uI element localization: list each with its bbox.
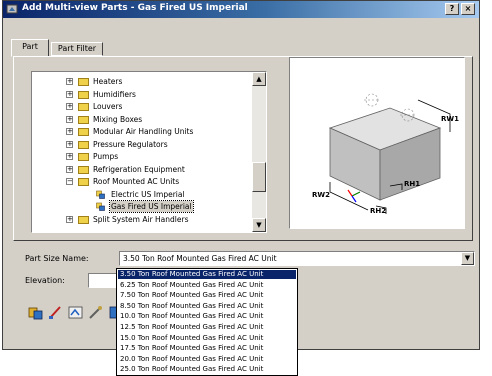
tree-item[interactable]: Roof Mounted AC Units xyxy=(92,176,180,187)
connector-icon[interactable] xyxy=(87,304,104,321)
dropdown-option[interactable]: 7.50 Ton Roof Mounted Gas Fired AC Unit xyxy=(118,291,296,300)
dropdown-option[interactable]: 17.5 Ton Roof Mounted Gas Fired AC Unit xyxy=(118,344,296,353)
part-size-label: Part Size Name: xyxy=(25,254,89,263)
part-catalog-icon[interactable] xyxy=(27,304,44,321)
dim-label-rh2: RH2 xyxy=(370,207,386,215)
folder-icon xyxy=(78,78,89,86)
dim-label-rw2: RW2 xyxy=(312,191,330,199)
tree-expander[interactable]: + xyxy=(66,140,73,148)
tree-scrollbar[interactable]: ▲ ▼ xyxy=(252,72,266,232)
draw-icon[interactable] xyxy=(47,304,64,321)
folder-icon xyxy=(78,165,89,174)
tree-expander[interactable]: + xyxy=(66,103,73,110)
folder-icon xyxy=(78,103,89,111)
part-size-dropdown-list[interactable]: 3.50 Ton Roof Mounted Gas Fired AC Unit 6… xyxy=(116,268,298,376)
tree-item[interactable]: Mixing Boxes xyxy=(92,114,143,125)
scroll-up-button[interactable]: ▲ xyxy=(252,72,266,86)
help-button[interactable]: ? xyxy=(445,3,459,15)
tree-item[interactable]: Refrigeration Equipment xyxy=(92,164,186,175)
dropdown-option[interactable]: 10.0 Ton Roof Mounted Gas Fired AC Unit xyxy=(118,312,296,321)
app-icon xyxy=(6,4,18,14)
folder-icon xyxy=(78,153,89,161)
preview-drawing: RW1 RW2 RH1 RH2 xyxy=(312,93,459,215)
title-bar[interactable]: Add Multi-view Parts - Gas Fired US Impe… xyxy=(3,1,479,18)
tree-expander[interactable]: + xyxy=(66,78,73,85)
dropdown-option[interactable]: 15.0 Ton Roof Mounted Gas Fired AC Unit xyxy=(118,334,296,343)
tab-part-filter[interactable]: Part Filter xyxy=(51,42,103,56)
scroll-down-button[interactable]: ▼ xyxy=(252,218,266,232)
dropdown-option[interactable]: 6.25 Ton Roof Mounted Gas Fired AC Unit xyxy=(118,281,296,290)
close-button[interactable]: × xyxy=(461,3,475,15)
dropdown-option[interactable]: 8.50 Ton Roof Mounted Gas Fired AC Unit xyxy=(118,302,296,311)
tab-part[interactable]: Part xyxy=(11,39,49,57)
tree-item[interactable]: Louvers xyxy=(92,101,123,112)
folder-icon xyxy=(78,115,89,124)
chevron-down-icon[interactable]: ▼ xyxy=(461,252,474,265)
dropdown-option[interactable]: 20.0 Ton Roof Mounted Gas Fired AC Unit xyxy=(118,355,296,364)
dim-label-rw1: RW1 xyxy=(441,115,459,123)
dim-label-rh1: RH1 xyxy=(404,180,420,188)
part-preview: RW1 RW2 RH1 RH2 xyxy=(289,57,465,229)
tree-item[interactable]: Modular Air Handling Units xyxy=(92,126,194,137)
part-icon xyxy=(96,190,105,199)
part-icon xyxy=(96,202,105,211)
tree-item[interactable]: Split System Air Handlers xyxy=(92,214,190,225)
dropdown-option[interactable]: 3.50 Ton Roof Mounted Gas Fired AC Unit xyxy=(118,270,296,279)
part-tree[interactable]: ▲ ▼ + Heaters + Humidifiers + Louvers + Mixing … xyxy=(31,71,267,233)
tree-expander[interactable]: + xyxy=(66,153,73,160)
elevation-input[interactable] xyxy=(88,273,118,288)
match-icon[interactable] xyxy=(67,304,84,321)
tree-item[interactable]: Humidifiers xyxy=(92,89,137,100)
folder-icon xyxy=(78,90,89,99)
elevation-label: Elevation: xyxy=(25,276,65,285)
dropdown-option[interactable]: 12.5 Ton Roof Mounted Gas Fired AC Unit xyxy=(118,323,296,332)
tree-item[interactable]: Pumps xyxy=(92,151,119,162)
folder-icon xyxy=(78,215,89,224)
folder-icon xyxy=(78,178,89,186)
part-size-value: 3.50 Ton Roof Mounted Gas Fired AC Unit xyxy=(123,254,277,263)
part-size-select[interactable]: 3.50 Ton Roof Mounted Gas Fired AC Unit … xyxy=(119,251,475,266)
tree-expander[interactable]: + xyxy=(66,165,73,173)
tree-expander[interactable]: + xyxy=(66,90,73,98)
tree-item[interactable]: Pressure Regulators xyxy=(92,139,169,150)
tree-expander[interactable]: + xyxy=(66,115,73,123)
dropdown-option[interactable]: 25.0 Ton Roof Mounted Gas Fired AC Unit xyxy=(118,365,296,374)
tree-expander[interactable]: − xyxy=(66,178,73,185)
origin-axes xyxy=(347,189,361,203)
folder-icon xyxy=(78,128,89,136)
tree-item[interactable]: Heaters xyxy=(92,76,123,87)
tree-item[interactable]: Electric US Imperial xyxy=(110,189,186,200)
folder-icon xyxy=(78,140,89,149)
tree-expander[interactable]: + xyxy=(66,128,73,135)
tree-item[interactable]: Gas Fired US Imperial xyxy=(109,200,194,213)
tree-expander[interactable]: + xyxy=(66,215,73,223)
window-title: Add Multi-view Parts - Gas Fired US Impe… xyxy=(22,3,248,13)
scroll-thumb[interactable] xyxy=(252,162,266,192)
